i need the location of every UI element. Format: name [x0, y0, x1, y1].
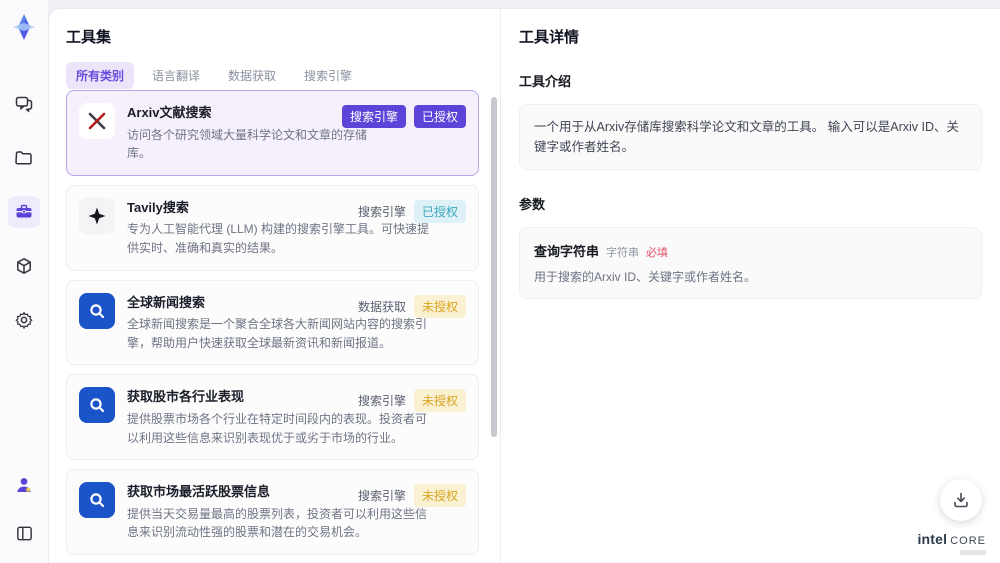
tab-all-categories[interactable]: 所有类别	[66, 62, 135, 89]
stock-search-icon	[79, 387, 115, 424]
tool-badges: 搜索引擎 未授权	[357, 389, 466, 413]
category-badge: 搜索引擎	[341, 105, 406, 128]
tool-cards-list: Arxiv文献搜索 访问各个研究领域大量科学论文和文章的存储库。 搜索引擎 已授…	[66, 90, 479, 563]
param-item: 查询字符串 字符串 必填 用于搜索的Arxiv ID、关键字或作者姓名。	[519, 227, 982, 299]
auth-status-badge: 未授权	[413, 389, 466, 413]
param-name: 查询字符串	[534, 244, 600, 259]
folder-icon	[15, 151, 32, 165]
intel-core-sub-badge	[960, 550, 986, 555]
intro-heading: 工具介绍	[519, 74, 572, 89]
intel-wordmark: intel	[917, 531, 948, 547]
user-avatar-icon	[17, 478, 31, 492]
auth-status-badge: 未授权	[413, 484, 466, 508]
auth-status-badge: 已授权	[413, 105, 466, 128]
tool-card-sector-performance[interactable]: 获取股市各行业表现 提供股票市场各个行业在特定时间段内的表现。投资者可以利用这些…	[66, 374, 479, 461]
tool-desc: 提供股票市场各个行业在特定时间段内的表现。投资者可以利用这些信息来识别表现优于或…	[127, 411, 428, 445]
cube-icon	[17, 257, 31, 275]
tab-search-engine[interactable]: 搜索引擎	[294, 62, 362, 89]
tool-card-most-active-stocks[interactable]: 获取市场最活跃股票信息 提供当天交易量最高的股票列表，投资者可以利用这些信息来识…	[66, 469, 479, 555]
param-type: 字符串	[606, 247, 640, 259]
category-label: 数据获取	[357, 299, 406, 314]
param-head: 查询字符串 字符串 必填	[534, 241, 967, 260]
tool-card-arxiv[interactable]: Arxiv文献搜索 访问各个研究领域大量科学论文和文章的存储库。 搜索引擎 已授…	[66, 90, 479, 176]
tool-card-global-news[interactable]: 全球新闻搜索 全球新闻搜索是一个聚合全球各大新闻网站内容的搜索引擎，帮助用户快速…	[66, 279, 479, 366]
main-content: 工具集 所有类别 语言翻译 数据获取 搜索引擎 Arxiv文献搜索 访问各个研究…	[48, 8, 1000, 563]
param-desc: 用于搜索的Arxiv ID、关键字或作者姓名。	[534, 270, 757, 284]
nav-chat-button[interactable]	[8, 88, 40, 120]
auth-status-badge: 已授权	[413, 199, 466, 223]
category-label: 搜索引擎	[357, 204, 406, 219]
download-icon	[954, 492, 968, 508]
chat-bubbles-icon	[15, 96, 33, 113]
nav-models-button[interactable]	[8, 250, 40, 282]
tool-desc: 专为人工智能代理 (LLM) 构建的搜索引擎工具。可快速提供实时、准确和真实的结…	[127, 222, 430, 255]
tool-desc: 全球新闻搜索是一个聚合全球各大新闻网站内容的搜索引擎，帮助用户快速获取全球最新资…	[127, 317, 428, 350]
intel-core-logo: intel CORE	[917, 532, 986, 555]
core-wordmark: CORE	[950, 535, 986, 547]
scrollbar-thumb[interactable]	[491, 97, 497, 437]
category-tabs: 所有类别 语言翻译 数据获取 搜索引擎	[66, 62, 362, 89]
nav-tools-button[interactable]	[8, 196, 40, 228]
nav-files-button[interactable]	[8, 142, 40, 174]
account-button[interactable]	[8, 469, 40, 501]
tab-data-fetch[interactable]: 数据获取	[218, 62, 286, 89]
four-point-star-icon	[79, 197, 115, 234]
left-rail	[0, 0, 48, 563]
collapse-sidebar-button[interactable]	[8, 517, 40, 549]
rail-bottom	[8, 469, 40, 549]
tool-badges: 搜索引擎 已授权	[341, 105, 466, 128]
intro-text-box: 一个用于从Arxiv存储库搜索科学论文和文章的工具。 输入可以是Arxiv ID…	[519, 104, 982, 170]
tool-desc: 提供当天交易量最高的股票列表，投资者可以利用这些信息来识别流动性强的股票和潜在的…	[127, 506, 428, 540]
detail-title: 工具详情	[519, 29, 580, 46]
tool-list-panel: 工具集 所有类别 语言翻译 数据获取 搜索引擎 Arxiv文献搜索 访问各个研究…	[49, 9, 501, 563]
tool-desc: 访问各个研究领域大量科学论文和文章的存储库。	[127, 127, 368, 161]
auth-status-badge: 未授权	[413, 294, 466, 318]
tab-language-translation[interactable]: 语言翻译	[142, 62, 210, 89]
panel-layout-icon	[16, 526, 32, 540]
params-heading: 参数	[519, 197, 546, 212]
stock-search-icon	[79, 482, 115, 519]
rail-nav	[8, 88, 40, 336]
list-scrollbar[interactable]	[491, 93, 497, 563]
category-label: 搜索引擎	[357, 489, 406, 504]
briefcase-icon	[16, 204, 32, 218]
download-button[interactable]	[940, 479, 982, 521]
param-required-flag: 必填	[646, 247, 669, 259]
tool-detail-panel: 工具详情 工具介绍 一个用于从Arxiv存储库搜索科学论文和文章的工具。 输入可…	[501, 9, 1000, 563]
gear-icon	[15, 311, 33, 330]
tool-badges: 搜索引擎 未授权	[357, 484, 466, 508]
tool-badges: 数据获取 未授权	[357, 294, 466, 318]
tool-badges: 搜索引擎 已授权	[357, 199, 466, 223]
category-label: 搜索引擎	[357, 394, 406, 409]
nav-settings-button[interactable]	[8, 304, 40, 336]
page-title: 工具集	[66, 29, 112, 46]
tool-card-tavily[interactable]: Tavily搜索 专为人工智能代理 (LLM) 构建的搜索引擎工具。可快速提供实…	[66, 184, 479, 271]
news-search-icon	[79, 292, 115, 329]
arxiv-logo-icon	[79, 103, 115, 139]
intel-core-logo-text: intel CORE	[917, 532, 986, 547]
logo-diamond-icon	[13, 14, 35, 40]
app-logo[interactable]	[9, 12, 39, 42]
